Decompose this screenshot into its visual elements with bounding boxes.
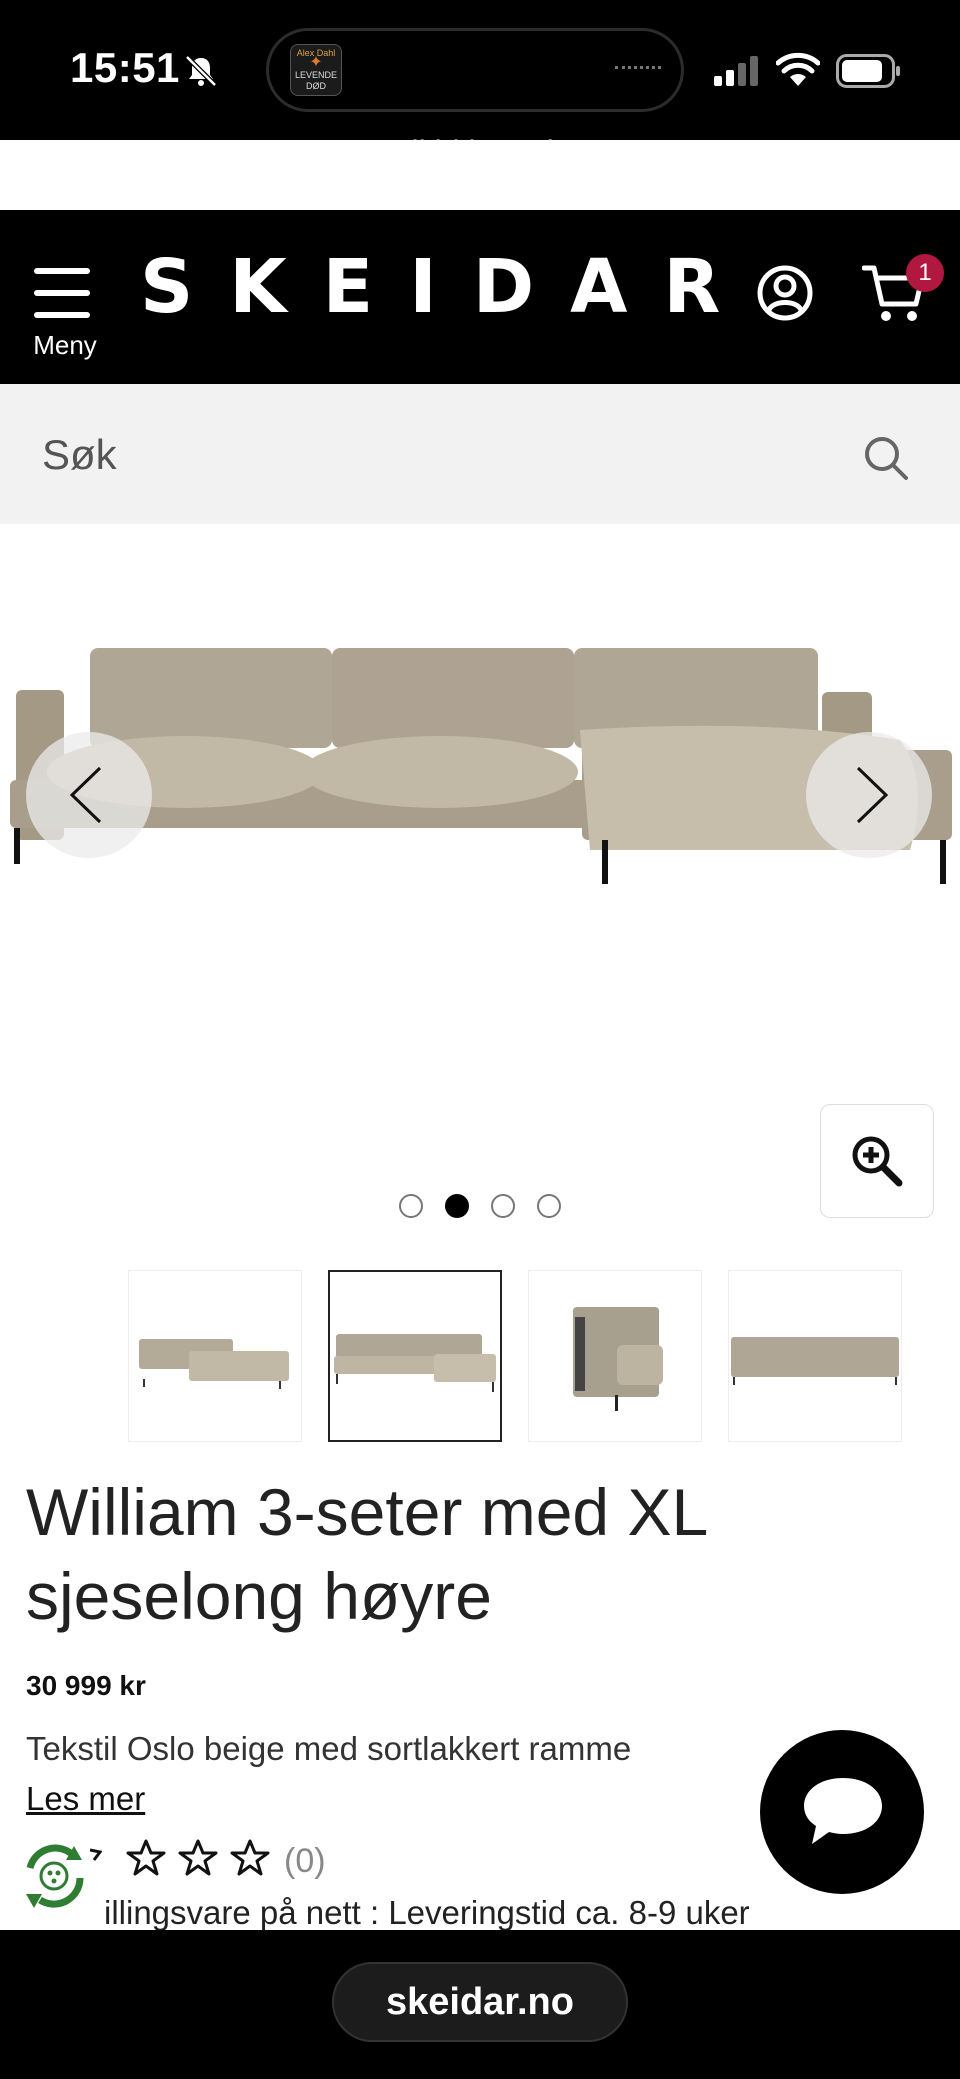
zoom-button[interactable] — [820, 1104, 934, 1218]
thumbnail-4[interactable] — [728, 1270, 902, 1442]
now-playing-artwork[interactable]: Alex Dahl ✦ LEVENDE DØD — [290, 44, 342, 96]
cart-count-badge: 1 — [906, 254, 944, 292]
wifi-icon — [776, 52, 820, 86]
recycle-icon[interactable] — [16, 1838, 92, 1914]
chat-button[interactable] — [760, 1730, 924, 1894]
star-icon — [126, 1839, 166, 1876]
chevron-right-icon — [856, 766, 889, 824]
product-title-line-1: William 3-seter med XL — [26, 1475, 709, 1549]
product-title-line-2: sjeselong høyre — [26, 1559, 492, 1633]
search-icon[interactable] — [862, 434, 910, 482]
hamburger-icon[interactable] — [34, 268, 96, 320]
chevron-left-icon — [69, 766, 102, 824]
battery-icon — [836, 54, 900, 88]
signal-icon — [714, 56, 758, 86]
next-image-button[interactable] — [806, 732, 932, 858]
product-price: 30 999 kr — [26, 1670, 146, 1701]
island-indicator — [615, 66, 661, 73]
promo-banner: Alltid lav pris — [390, 134, 570, 170]
thumbnail-3[interactable] — [528, 1270, 702, 1442]
product-description: Tekstil Oslo beige med sortlakkert ramme — [26, 1730, 632, 1767]
thumbnail-1[interactable] — [128, 1270, 302, 1442]
menu-label[interactable]: Meny — [22, 330, 108, 361]
star-icon — [230, 1839, 270, 1876]
carousel-dot-1[interactable] — [399, 1194, 423, 1218]
thumbnail-2[interactable] — [328, 1270, 502, 1442]
carousel-dot-4[interactable] — [537, 1194, 561, 1218]
carousel-dot-3[interactable] — [491, 1194, 515, 1218]
skeidar-logo[interactable]: SKEIDAR — [140, 244, 756, 330]
previous-image-button[interactable] — [26, 732, 152, 858]
clock: 15:51 — [70, 44, 180, 91]
search-input[interactable] — [40, 424, 824, 486]
star-icon — [178, 1839, 218, 1876]
bell-muted-icon — [185, 55, 217, 87]
chat-bubble-icon — [804, 1778, 882, 1844]
rating-count: (0) — [284, 1842, 326, 1880]
delivery-info: illingsvare på nett : Leveringstid ca. 8… — [104, 1894, 750, 1931]
carousel-dot-2[interactable] — [445, 1194, 469, 1218]
product-title: William 3-seter med XL sjeselong høyre — [26, 1470, 926, 1638]
account-icon[interactable] — [756, 264, 814, 322]
zoom-in-icon — [852, 1136, 903, 1187]
url-text[interactable]: skeidar.no — [332, 1981, 628, 2024]
read-more-link[interactable]: Les mer — [26, 1780, 145, 1818]
